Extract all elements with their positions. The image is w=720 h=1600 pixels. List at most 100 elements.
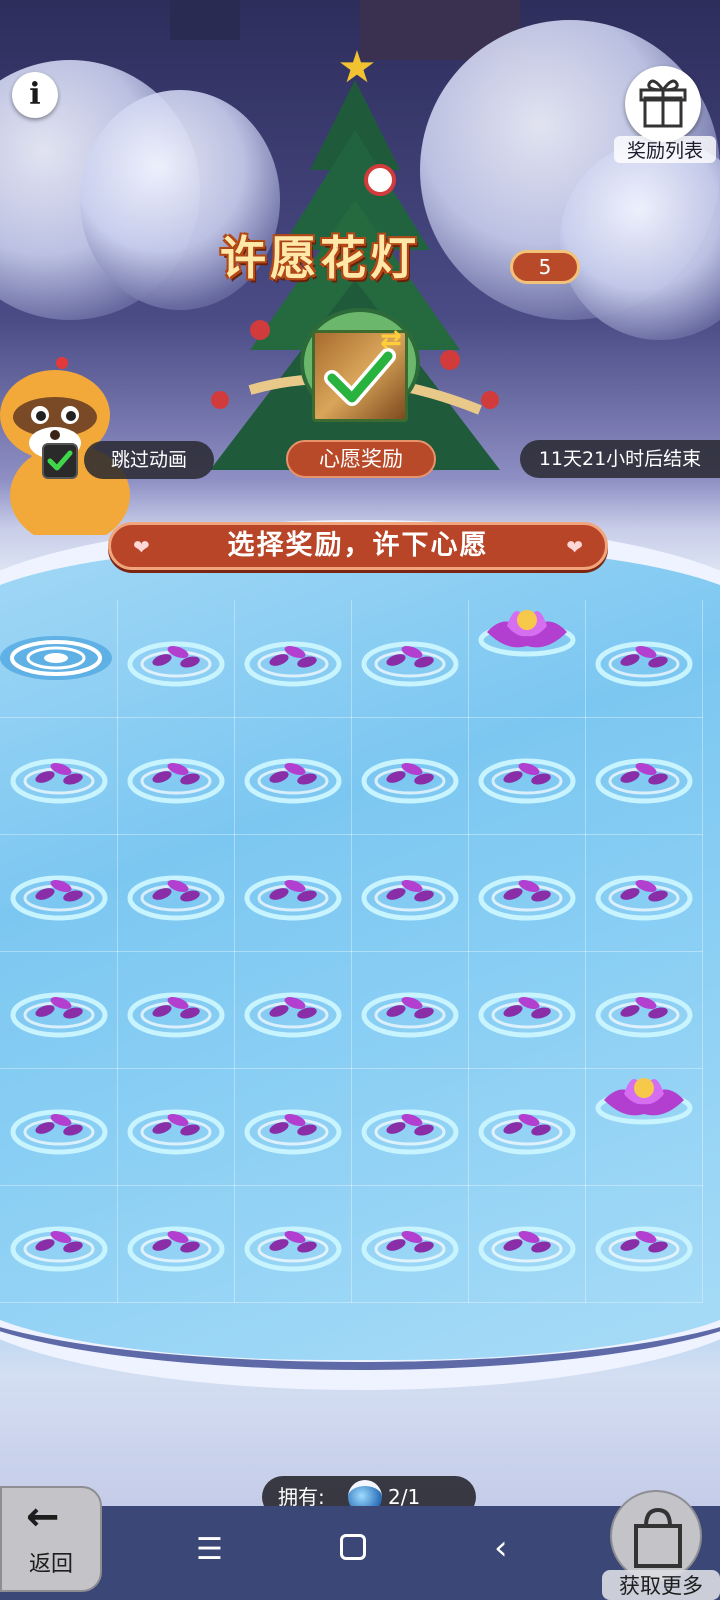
grid-cell-petal[interactable] bbox=[351, 951, 469, 1069]
grid-cell-petal[interactable] bbox=[351, 600, 469, 718]
grid-cell-petal[interactable] bbox=[585, 600, 703, 718]
title-plate: 许愿花灯 bbox=[205, 210, 505, 290]
petal-icon bbox=[10, 992, 108, 1038]
grid-cell-petal[interactable] bbox=[234, 1068, 352, 1186]
grid-cell-petal[interactable] bbox=[585, 951, 703, 1069]
grid-cell-petal[interactable] bbox=[468, 951, 586, 1069]
back-label: 返回 bbox=[28, 1552, 73, 1577]
grid-cell-petal[interactable] bbox=[234, 717, 352, 835]
petal-icon bbox=[10, 1226, 108, 1272]
grid-cell-lotus[interactable] bbox=[585, 1068, 703, 1186]
grid-cell-petal[interactable] bbox=[117, 717, 235, 835]
back-button[interactable]: ← 返回 bbox=[0, 1486, 102, 1592]
grid-cell-petal[interactable] bbox=[117, 951, 235, 1069]
event-end-timer: 11天21小时后结束 bbox=[520, 440, 720, 478]
petal-icon bbox=[127, 758, 225, 804]
grid-cell-petal[interactable] bbox=[351, 834, 469, 952]
info-button[interactable]: i bbox=[12, 72, 58, 118]
petal-icon bbox=[10, 1109, 108, 1155]
skip-animation-checkbox[interactable] bbox=[42, 443, 78, 479]
whirlpool-icon bbox=[0, 636, 112, 680]
petal-icon bbox=[127, 641, 225, 687]
grid-cell-petal[interactable] bbox=[234, 1185, 352, 1303]
petal-icon bbox=[361, 758, 459, 804]
page-title: 许愿花灯 bbox=[220, 231, 420, 285]
petal-icon bbox=[244, 875, 342, 921]
wish-count-badge: 5 bbox=[510, 250, 580, 284]
grid-cell-petal[interactable] bbox=[117, 834, 235, 952]
lotus-icon bbox=[478, 610, 576, 657]
menu-icon[interactable]: ☰ bbox=[196, 1532, 223, 1567]
petal-icon bbox=[361, 875, 459, 921]
grid-cell-petal[interactable] bbox=[351, 1185, 469, 1303]
petal-icon bbox=[478, 1226, 576, 1272]
grid-cell-petal[interactable] bbox=[585, 834, 703, 952]
grid-cell-petal[interactable] bbox=[351, 1068, 469, 1186]
petal-icon bbox=[478, 992, 576, 1038]
grid-cell-petal[interactable] bbox=[468, 717, 586, 835]
grid-cell-petal[interactable] bbox=[0, 717, 118, 835]
petal-icon bbox=[127, 875, 225, 921]
instruction-banner: ❤ 选择奖励，许下心愿 ❤ bbox=[108, 522, 608, 570]
gift-icon bbox=[625, 66, 701, 142]
petal-icon bbox=[244, 758, 342, 804]
wish-reward-label: 心愿奖励 bbox=[286, 440, 436, 478]
petal-icon bbox=[595, 641, 693, 687]
petal-icon bbox=[361, 1226, 459, 1272]
background-building bbox=[170, 0, 240, 40]
grid-cell-petal[interactable] bbox=[117, 1185, 235, 1303]
reward-list-button[interactable]: 奖励列表 bbox=[614, 66, 716, 163]
petal-icon bbox=[478, 1109, 576, 1155]
shopping-bag-icon bbox=[610, 1490, 702, 1582]
petal-icon bbox=[10, 758, 108, 804]
petal-icon bbox=[127, 1226, 225, 1272]
petal-icon bbox=[127, 992, 225, 1038]
arrow-left-icon: ← bbox=[26, 1494, 60, 1540]
grid-cell-petal[interactable] bbox=[0, 1068, 118, 1186]
petal-icon bbox=[361, 1109, 459, 1155]
grid-cell-whirlpool[interactable] bbox=[0, 600, 118, 718]
grid-cell-petal[interactable] bbox=[0, 834, 118, 952]
info-icon: i bbox=[29, 77, 41, 112]
grid-cell-petal[interactable] bbox=[117, 600, 235, 718]
grid-cell-petal[interactable] bbox=[234, 600, 352, 718]
star-icon: ★ bbox=[337, 42, 377, 93]
grid-cell-petal[interactable] bbox=[468, 1068, 586, 1186]
grid-cell-lotus[interactable] bbox=[468, 600, 586, 718]
petal-icon bbox=[478, 875, 576, 921]
grid-cell-petal[interactable] bbox=[351, 717, 469, 835]
petal-icon bbox=[595, 1226, 693, 1272]
skip-animation-label[interactable]: 跳过动画 bbox=[84, 441, 214, 479]
grid-cell-petal[interactable] bbox=[234, 951, 352, 1069]
petal-icon bbox=[127, 1109, 225, 1155]
checkmark-icon bbox=[47, 450, 73, 471]
grid-cell-petal[interactable] bbox=[0, 1185, 118, 1303]
grid-cell-petal[interactable] bbox=[585, 717, 703, 835]
petal-icon bbox=[361, 641, 459, 687]
banner-text: 选择奖励，许下心愿 bbox=[227, 530, 489, 561]
get-more-label: 获取更多 bbox=[602, 1570, 720, 1600]
grid-cell-petal[interactable] bbox=[468, 1185, 586, 1303]
swap-icon[interactable]: ⇄ bbox=[380, 325, 402, 355]
wish-reward-slot[interactable] bbox=[300, 300, 420, 422]
reward-list-label: 奖励列表 bbox=[614, 136, 716, 163]
petal-icon bbox=[244, 1109, 342, 1155]
petal-icon bbox=[478, 758, 576, 804]
grid-cell-petal[interactable] bbox=[468, 834, 586, 952]
grid-cell-petal[interactable] bbox=[234, 834, 352, 952]
petal-icon bbox=[244, 992, 342, 1038]
heart-icon: ❤ bbox=[566, 535, 583, 559]
petal-icon bbox=[595, 758, 693, 804]
petal-icon bbox=[244, 641, 342, 687]
grid-cell-petal[interactable] bbox=[117, 1068, 235, 1186]
get-more-button[interactable]: 获取更多 bbox=[602, 1490, 720, 1600]
grid-cell-petal[interactable] bbox=[585, 1185, 703, 1303]
grid-cell-petal[interactable] bbox=[0, 951, 118, 1069]
home-icon[interactable] bbox=[340, 1534, 366, 1560]
petal-icon bbox=[595, 992, 693, 1038]
lotus-icon bbox=[595, 1078, 693, 1125]
petal-icon bbox=[595, 875, 693, 921]
game-scene: ★ 许愿花灯 5 i 奖励列表 ⇄ 心愿奖励 跳过动画 11天21小时后结束 ❤… bbox=[0, 0, 720, 1600]
lantern-grid bbox=[0, 600, 720, 1320]
back-arrow-icon[interactable]: ‹ bbox=[494, 1528, 508, 1568]
